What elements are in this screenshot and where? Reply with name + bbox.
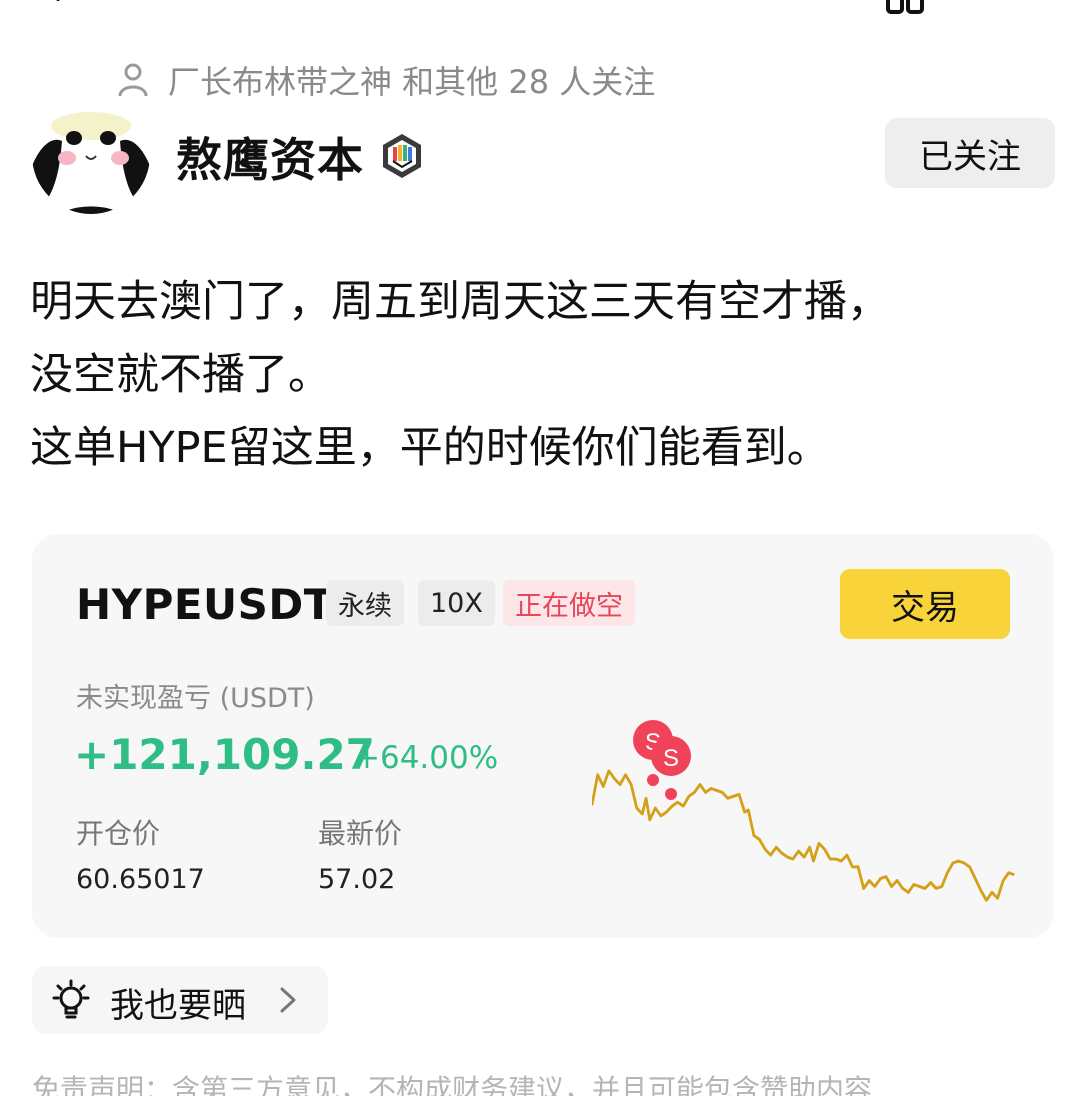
position-card[interactable]: HYPEUSDT 永续 10X 正在做空 交易 未实现盈亏 (USDT) +12… bbox=[32, 534, 1054, 938]
post-line: 明天去澳门了，周五到周天这三天有空才播， bbox=[30, 277, 890, 327]
author-name[interactable]: 熬鹰资本 bbox=[176, 124, 364, 190]
chevron-right-icon bbox=[280, 987, 296, 1013]
sell-marker-dot bbox=[665, 788, 677, 800]
more-icon[interactable] bbox=[886, 0, 926, 14]
last-price-value: 57.02 bbox=[318, 864, 396, 895]
entry-price-value: 60.65017 bbox=[76, 864, 205, 895]
disclaimer-text: 免责声明：含第三方意见，不构成财务建议，并且可能包含赞助内容 bbox=[32, 1073, 873, 1096]
price-line bbox=[592, 769, 1015, 902]
top-bar bbox=[0, 0, 1084, 18]
back-arrow-icon[interactable] bbox=[52, 0, 74, 10]
pnl-label: 未实现盈亏 (USDT) bbox=[76, 683, 315, 714]
post-line: 这单HYPE留这里，平的时候你们能看到。 bbox=[30, 423, 830, 473]
post-line: 没空就不播了。 bbox=[30, 350, 331, 400]
last-price-label: 最新价 bbox=[318, 817, 403, 850]
entry-price-label: 开仓价 bbox=[76, 817, 161, 850]
following-button[interactable]: 已关注 bbox=[885, 118, 1055, 188]
followers-row[interactable]: 厂长布林带之神 和其他 28 人关注 bbox=[118, 58, 655, 102]
panda-avatar-image bbox=[32, 96, 150, 214]
post-detail-page: 厂长布林带之神 和其他 28 人关注 熬鹰资本 已关注 明天去澳门了，周五到周天… bbox=[0, 0, 1084, 1096]
lightbulb-icon bbox=[52, 979, 90, 1019]
post-body: 明天去澳门了，周五到周天这三天有空才播， 没空就不播了。 这单HYPE留这里，平… bbox=[30, 266, 1060, 485]
contract-type-tag: 永续 bbox=[326, 580, 404, 626]
share-position-button[interactable]: 我也要晒 bbox=[32, 966, 328, 1034]
author-avatar[interactable] bbox=[32, 96, 150, 214]
direction-tag: 正在做空 bbox=[503, 580, 635, 626]
sell-marker-dot bbox=[647, 774, 659, 786]
verified-badge-icon bbox=[383, 134, 421, 178]
price-sparkline: S S bbox=[592, 720, 1015, 902]
pnl-percent: +64.00% bbox=[354, 740, 499, 776]
trade-button[interactable]: 交易 bbox=[840, 569, 1010, 639]
sell-marker-letter: S bbox=[663, 745, 679, 772]
position-symbol: HYPEUSDT bbox=[76, 580, 333, 629]
leverage-tag: 10X bbox=[418, 580, 495, 626]
person-icon bbox=[118, 63, 148, 97]
share-label: 我也要晒 bbox=[110, 986, 246, 1026]
pnl-value: +121,109.27 bbox=[74, 730, 375, 779]
followers-text: 厂长布林带之神 和其他 28 人关注 bbox=[168, 63, 656, 101]
